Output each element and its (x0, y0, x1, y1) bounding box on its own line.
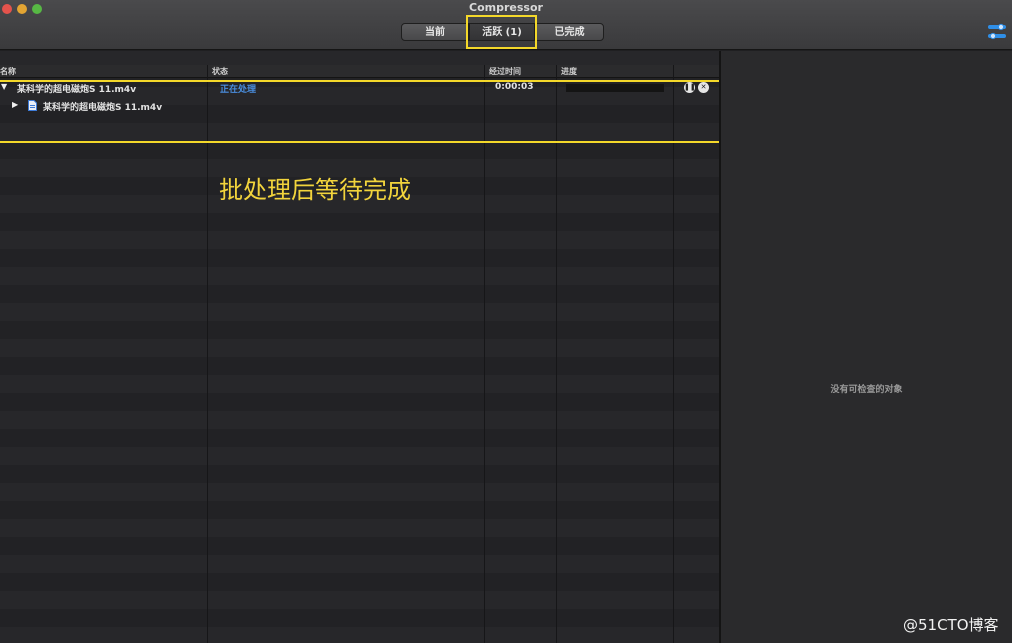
job-name: 某科学的超电磁炮S 11.m4v (43, 103, 163, 113)
list-header: 名称 状态 经过时间 进度 (0, 65, 719, 78)
cancel-icon[interactable]: ✕ (698, 82, 709, 93)
column-header-status[interactable]: 状态 (212, 66, 228, 77)
column-header-progress[interactable]: 进度 (561, 66, 577, 77)
watermark: @51CTO博客 (903, 616, 999, 634)
inspector-empty-message: 没有可检查的对象 (830, 385, 903, 395)
job-row[interactable]: ▶ 某科学的超电磁炮S 11.m4v (0, 97, 719, 115)
disclosure-triangle-right-icon[interactable]: ▶ (12, 100, 18, 109)
disclosure-triangle-down-icon[interactable]: ▼ (1, 82, 7, 91)
tab-completed[interactable]: 已完成 (535, 23, 604, 41)
document-icon (28, 100, 37, 111)
tab-current[interactable]: 当前 (401, 23, 469, 41)
column-divider (484, 65, 485, 643)
sliders-icon[interactable] (987, 23, 1007, 41)
batch-status: 正在处理 (220, 85, 257, 95)
batch-progress-bar (566, 84, 664, 92)
tab-active[interactable]: 活跃 (1) (469, 23, 535, 41)
column-divider (207, 65, 208, 643)
batch-list: 名称 状态 经过时间 进度 ▼ 某科学的超电磁炮S 11.m4v 正在处理 0:… (0, 51, 719, 643)
column-divider (673, 65, 674, 643)
batch-elapsed: 0:00:03 (495, 82, 534, 92)
inspector-pane: 没有可检查的对象 (721, 51, 1012, 643)
pause-icon[interactable]: ❚❚ (684, 82, 696, 93)
column-divider (556, 65, 557, 643)
batch-row[interactable]: ▼ 某科学的超电磁炮S 11.m4v 正在处理 0:00:03 ❚❚ ✕ (0, 79, 719, 97)
window-title: Compressor (469, 1, 543, 14)
column-header-elapsed[interactable]: 经过时间 (489, 66, 521, 77)
toolbar: Compressor 当前 活跃 (1) 已完成 (0, 0, 1012, 50)
annotation-text: 批处理后等待完成 (219, 176, 411, 204)
batch-name: 某科学的超电磁炮S 11.m4v (17, 85, 137, 95)
column-header-name[interactable]: 名称 (0, 66, 16, 77)
